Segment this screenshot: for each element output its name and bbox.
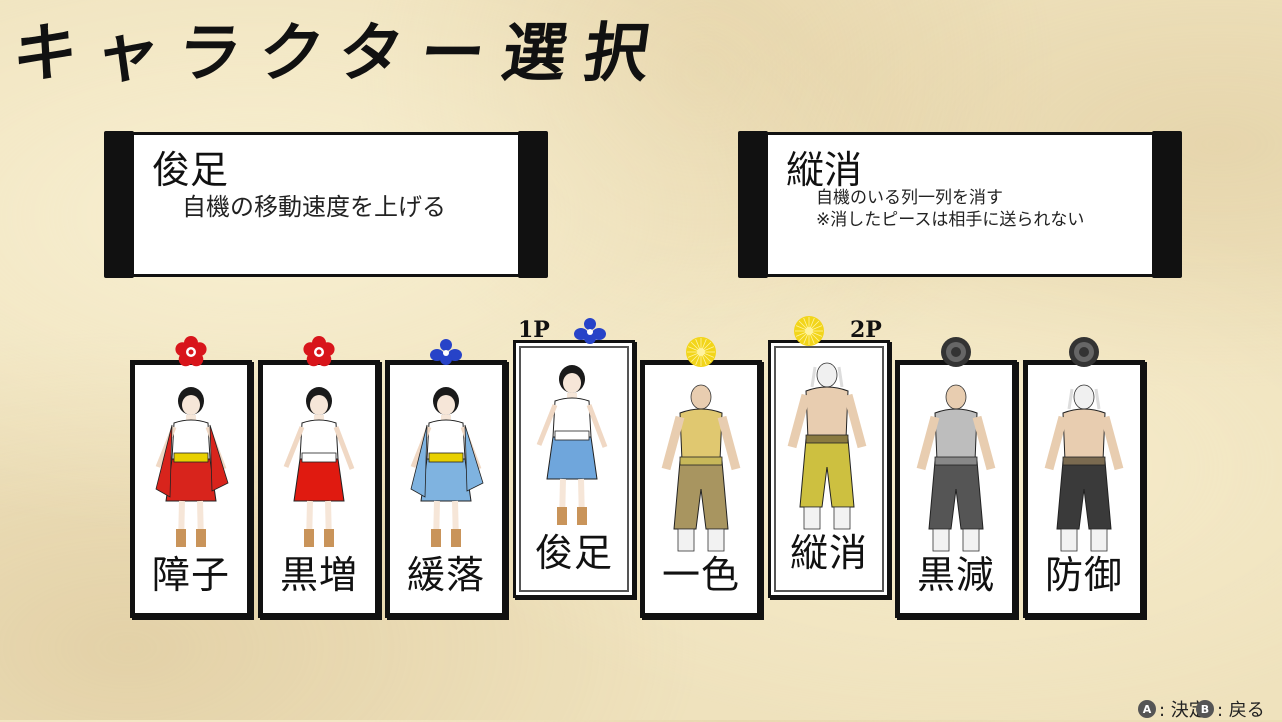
- plum-crest-icon: [175, 336, 207, 367]
- character-card[interactable]: 縦消: [768, 340, 890, 598]
- character-figure: [155, 387, 229, 547]
- character-card[interactable]: 俊足: [513, 340, 635, 598]
- character-name: 障子: [151, 553, 230, 597]
- character-figure: [916, 384, 996, 552]
- p2-skill-panel: 縦消 自機のいる列一列を消す ※消したピースは相手に送られない: [738, 131, 1182, 278]
- wisteria-crest-icon: [574, 318, 606, 344]
- scroll-rod-right: [518, 131, 548, 278]
- character-figure: [283, 387, 355, 547]
- p1-skill-panel: 俊足 自機の移動速度を上げる: [104, 131, 548, 278]
- p2-skill-description-line2: ※消したピースは相手に送られない: [816, 210, 1085, 230]
- character-figure: [661, 384, 741, 552]
- character-name: 縦消: [789, 531, 868, 575]
- back-hint-label: : 戻る: [1217, 700, 1265, 721]
- character-name: 一色: [661, 553, 740, 597]
- chrysanthemum-crest-icon: [686, 337, 716, 367]
- character-name: 緩落: [406, 553, 485, 597]
- character-figure: [1044, 384, 1124, 552]
- back-hint: B : 戻る: [1196, 696, 1265, 722]
- plum-crest-icon: [303, 336, 335, 367]
- a-button-icon: A: [1138, 700, 1156, 718]
- character-card[interactable]: 緩落: [385, 360, 507, 618]
- b-button-icon: B: [1196, 700, 1214, 718]
- p2-skill-name: 縦消: [786, 148, 863, 192]
- character-name: 防御: [1044, 553, 1123, 597]
- character-card[interactable]: 一色: [640, 360, 762, 618]
- p2-skill-description: 自機のいる列一列を消す ※消したピースは相手に送られない: [816, 187, 1084, 231]
- wisteria-crest-icon: [430, 339, 462, 365]
- p2-skill-description-line1: 自機のいる列一列を消す: [816, 188, 1003, 208]
- gear-crest-icon: [1069, 337, 1099, 367]
- character-figure: [787, 362, 867, 530]
- character-card[interactable]: 障子: [130, 360, 252, 618]
- character-name: 俊足: [534, 531, 613, 575]
- p1-skill-name: 俊足: [152, 148, 229, 192]
- character-card[interactable]: 黒増: [258, 360, 380, 618]
- scroll-rod-left: [104, 131, 134, 278]
- scroll-rod-left: [738, 131, 768, 278]
- chrysanthemum-crest-icon: [794, 316, 824, 346]
- scroll-rod-right: [1152, 131, 1182, 278]
- screen-title: キャラクター選択: [7, 16, 672, 91]
- gear-crest-icon: [941, 337, 971, 367]
- character-card[interactable]: 防御: [1023, 360, 1145, 618]
- character-figure: [536, 365, 608, 525]
- character-figure: [410, 387, 484, 547]
- character-name: 黒増: [279, 553, 358, 597]
- character-card[interactable]: 黒減: [895, 360, 1017, 618]
- character-name: 黒減: [916, 553, 995, 597]
- p1-skill-description: 自機の移動速度を上げる: [182, 193, 446, 221]
